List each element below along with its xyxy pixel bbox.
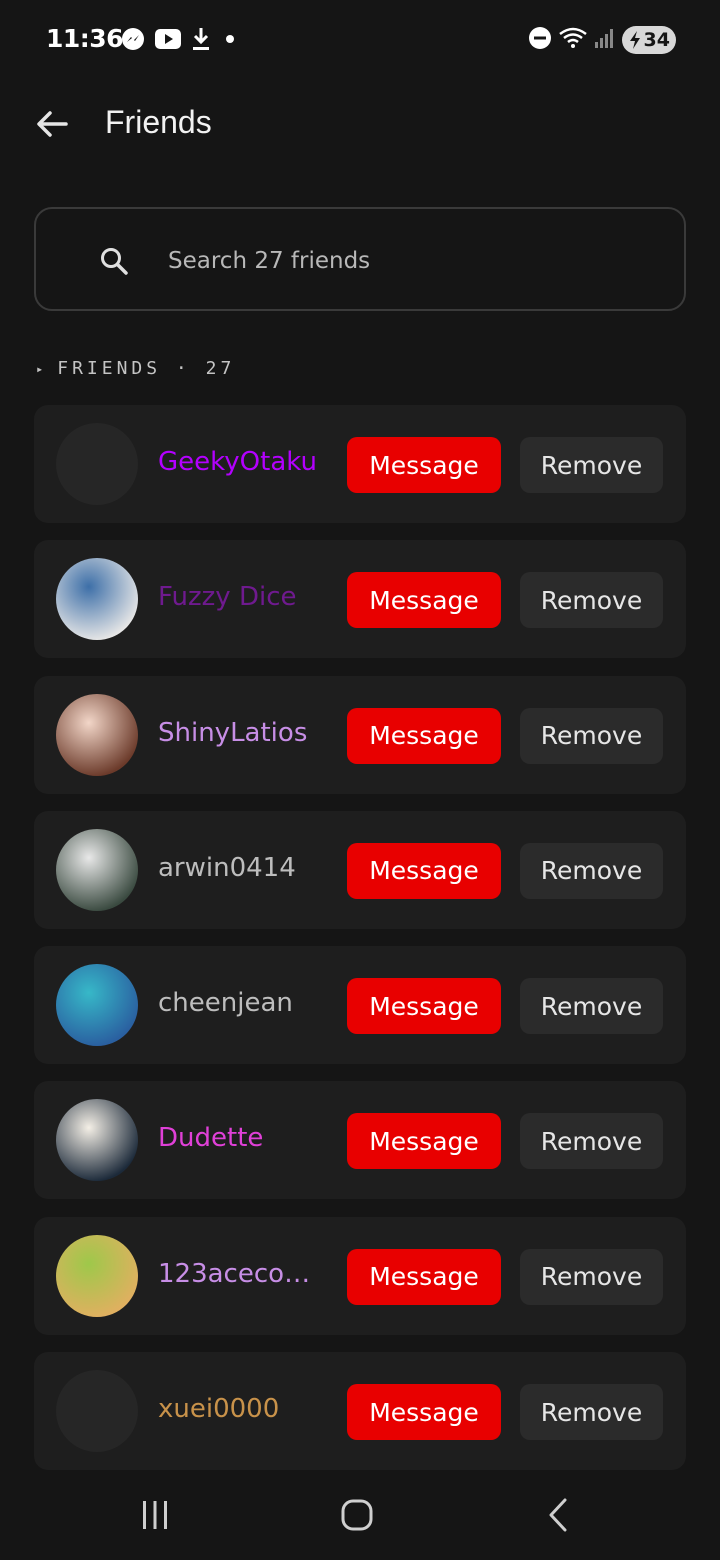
status-time: 11:36 [46, 24, 124, 53]
friend-row: Fuzzy Dice Message Remove [34, 540, 686, 659]
home-icon [341, 1499, 373, 1531]
battery-level: 34 [643, 29, 670, 51]
back-button[interactable] [26, 100, 78, 148]
remove-button[interactable]: Remove [520, 437, 663, 493]
message-button[interactable]: Message [347, 1384, 501, 1441]
message-button[interactable]: Message [347, 978, 501, 1035]
friend-name[interactable]: 123acecom... [158, 1259, 328, 1289]
message-button[interactable]: Message [347, 1113, 501, 1170]
friend-row: xuei0000 Message Remove [34, 1352, 686, 1470]
search-box[interactable] [34, 207, 686, 311]
arrow-left-icon [37, 111, 68, 137]
friend-name[interactable]: Fuzzy Dice [158, 582, 328, 612]
signal-icon [594, 26, 616, 54]
app-header: Friends [0, 92, 720, 156]
friend-name[interactable]: xuei0000 [158, 1394, 328, 1424]
dot-icon [220, 29, 240, 53]
remove-button[interactable]: Remove [520, 978, 663, 1035]
remove-button[interactable]: Remove [520, 842, 663, 899]
friend-list: GeekyOtaku Message Remove Fuzzy Dice Mes… [34, 405, 686, 1470]
friends-section-header[interactable]: ▸ FRIENDS · 27 [36, 358, 235, 379]
friend-row: ShinyLatios Message Remove [34, 675, 686, 794]
friend-row: Dudette Message Remove [34, 1081, 686, 1200]
recents-icon [143, 1501, 167, 1529]
avatar[interactable] [56, 1099, 138, 1182]
friend-name[interactable]: GeekyOtaku [158, 447, 328, 477]
notification-icons [120, 26, 240, 56]
friend-name[interactable]: ShinyLatios [158, 718, 328, 748]
system-nav-bar [0, 1470, 720, 1560]
friend-row: 123acecom... Message Remove [34, 1216, 686, 1335]
avatar[interactable] [56, 828, 138, 911]
remove-button[interactable]: Remove [520, 1384, 663, 1441]
back-chevron-icon [549, 1498, 567, 1532]
friend-name[interactable]: arwin0414 [158, 853, 328, 883]
message-button[interactable]: Message [347, 572, 501, 629]
friend-row: cheenjean Message Remove [34, 946, 686, 1065]
home-button[interactable] [322, 1490, 392, 1540]
battery-charging-icon: 34 [621, 26, 676, 54]
friend-name[interactable]: Dudette [158, 1123, 328, 1153]
friend-name[interactable]: cheenjean [158, 988, 328, 1018]
remove-button[interactable]: Remove [520, 1113, 663, 1170]
dnd-icon [528, 26, 552, 54]
collapse-caret-icon: ▸ [36, 361, 44, 376]
message-button[interactable]: Message [347, 1248, 501, 1305]
friends-screen: 11:36 34 Friends Search 27 friends ▸ FRI… [0, 0, 720, 1560]
messenger-icon [120, 26, 146, 56]
download-icon [190, 26, 212, 56]
system-icons: 34 [528, 26, 676, 54]
avatar[interactable] [56, 1234, 138, 1317]
message-button[interactable]: Message [347, 707, 501, 764]
recents-button[interactable] [120, 1490, 190, 1540]
search-input[interactable] [166, 239, 650, 283]
search-icon [101, 248, 128, 275]
message-button[interactable]: Message [347, 842, 501, 899]
friend-row: GeekyOtaku Message Remove [34, 405, 686, 523]
message-button[interactable]: Message [347, 437, 501, 493]
nav-back-button[interactable] [524, 1490, 594, 1540]
remove-button[interactable]: Remove [520, 1248, 663, 1305]
avatar[interactable] [56, 1370, 138, 1453]
avatar[interactable] [56, 693, 138, 776]
friend-row: arwin0414 Message Remove [34, 810, 686, 929]
page-title: Friends [105, 104, 212, 140]
avatar[interactable] [56, 558, 138, 641]
section-label: FRIENDS · 27 [57, 358, 236, 379]
status-bar: 11:36 34 [0, 0, 720, 84]
avatar[interactable] [56, 964, 138, 1047]
remove-button[interactable]: Remove [520, 572, 663, 629]
avatar[interactable] [56, 423, 138, 505]
wifi-icon [558, 26, 588, 54]
remove-button[interactable]: Remove [520, 707, 663, 764]
youtube-icon [154, 28, 182, 54]
